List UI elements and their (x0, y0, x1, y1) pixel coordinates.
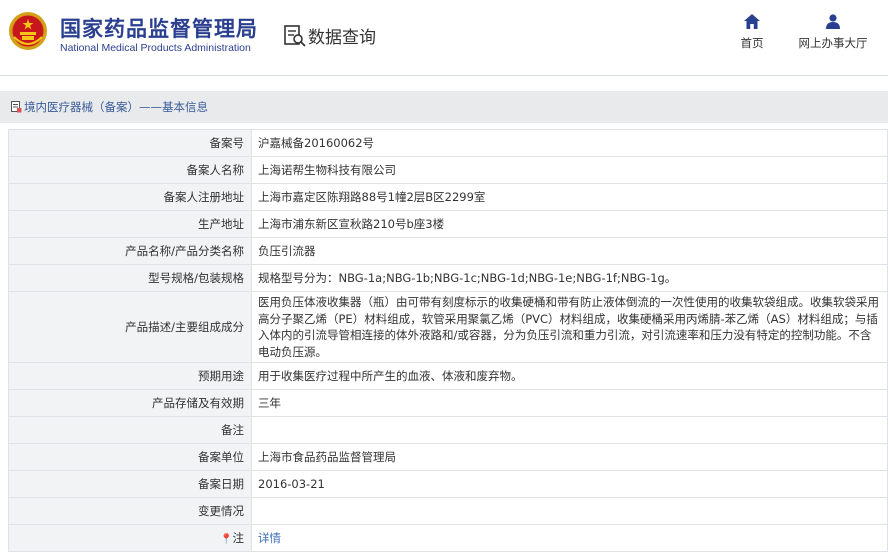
field-value: 详情 (251, 524, 888, 552)
field-label: 产品名称/产品分类名称 (8, 237, 252, 265)
data-query-icon (284, 25, 306, 47)
national-emblem-icon (9, 12, 47, 50)
field-value: 2016-03-21 (251, 470, 888, 498)
nav-online-office-label: 网上办事大厅 (798, 36, 868, 50)
field-label: 备注 (8, 416, 252, 444)
table-row: 备案人注册地址 上海市嘉定区陈翔路88号1幢2层B区2299室 (8, 183, 888, 211)
field-label: 型号规格/包装规格 (8, 264, 252, 292)
field-label: 备案人名称 (8, 156, 252, 184)
field-label: 变更情况 (8, 497, 252, 525)
field-label: 备案人注册地址 (8, 183, 252, 211)
table-row: 备案单位 上海市食品药品监督管理局 (8, 443, 888, 471)
table-row: 产品名称/产品分类名称 负压引流器 (8, 237, 888, 265)
field-value: 负压引流器 (251, 237, 888, 265)
table-row: 备案日期 2016-03-21 (8, 470, 888, 498)
table-row: 📍注 详情 (8, 524, 888, 552)
pin-icon: 📍 (220, 534, 233, 545)
field-value: 医用负压体液收集器（瓶）由可带有刻度标示的收集硬桶和带有防止液体倒流的一次性使用… (251, 291, 888, 363)
field-label: 产品存储及有效期 (8, 389, 252, 417)
field-value: 规格型号分为：NBG-1a;NBG-1b;NBG-1c;NBG-1d;NBG-1… (251, 264, 888, 292)
table-row: 变更情况 (8, 497, 888, 525)
field-label: 产品描述/主要组成成分 (8, 291, 252, 363)
details-link[interactable]: 详情 (258, 531, 281, 545)
table-row: 备案人名称 上海诺帮生物科技有限公司 (8, 156, 888, 184)
device-detail-table: 备案号 沪嘉械备20160062号 备案人名称 上海诺帮生物科技有限公司 备案人… (8, 129, 888, 552)
field-value: 三年 (251, 389, 888, 417)
field-value: 上海市食品药品监督管理局 (251, 443, 888, 471)
field-value: 上海市嘉定区陈翔路88号1幢2层B区2299室 (251, 183, 888, 211)
nav-online-office[interactable]: 网上办事大厅 (794, 14, 872, 51)
site-header: 国家药品监督管理局 National Medical Products Admi… (0, 0, 888, 76)
field-label: 备案号 (8, 129, 252, 157)
site-subtitle: National Medical Products Administration (60, 42, 251, 54)
field-value: 沪嘉械备20160062号 (251, 129, 888, 157)
field-value: 上海市浦东新区宣秋路210号b座3楼 (251, 210, 888, 238)
document-icon (11, 101, 22, 113)
field-value (251, 416, 888, 444)
field-label: 生产地址 (8, 210, 252, 238)
field-label: 备案日期 (8, 470, 252, 498)
field-value: 上海诺帮生物科技有限公司 (251, 156, 888, 184)
table-row: 产品描述/主要组成成分 医用负压体液收集器（瓶）由可带有刻度标示的收集硬桶和带有… (8, 291, 888, 363)
table-row: 产品存储及有效期 三年 (8, 389, 888, 417)
table-row: 备案号 沪嘉械备20160062号 (8, 129, 888, 157)
nav-home[interactable]: 首页 (734, 14, 770, 51)
section-title: 数据查询 (308, 28, 376, 48)
table-row: 生产地址 上海市浦东新区宣秋路210号b座3楼 (8, 210, 888, 238)
user-icon (826, 14, 840, 29)
table-row: 备注 (8, 416, 888, 444)
nav-home-label: 首页 (740, 36, 764, 50)
field-label: 备案单位 (8, 443, 252, 471)
field-label: 注 (232, 531, 245, 545)
field-value (251, 497, 888, 525)
table-row: 预期用途 用于收集医疗过程中所产生的血液、体液和废弃物。 (8, 362, 888, 390)
table-row: 型号规格/包装规格 规格型号分为：NBG-1a;NBG-1b;NBG-1c;NB… (8, 264, 888, 292)
site-title: 国家药品监督管理局 (60, 17, 258, 41)
field-value: 用于收集医疗过程中所产生的血液、体液和废弃物。 (251, 362, 888, 390)
note-label-cell: 📍注 (8, 524, 252, 552)
field-label: 预期用途 (8, 362, 252, 390)
home-icon (744, 14, 760, 29)
breadcrumb-text: 境内医疗器械（备案）——基本信息 (24, 100, 208, 114)
breadcrumb: 境内医疗器械（备案）——基本信息 (0, 91, 888, 123)
header-gap (0, 76, 888, 91)
